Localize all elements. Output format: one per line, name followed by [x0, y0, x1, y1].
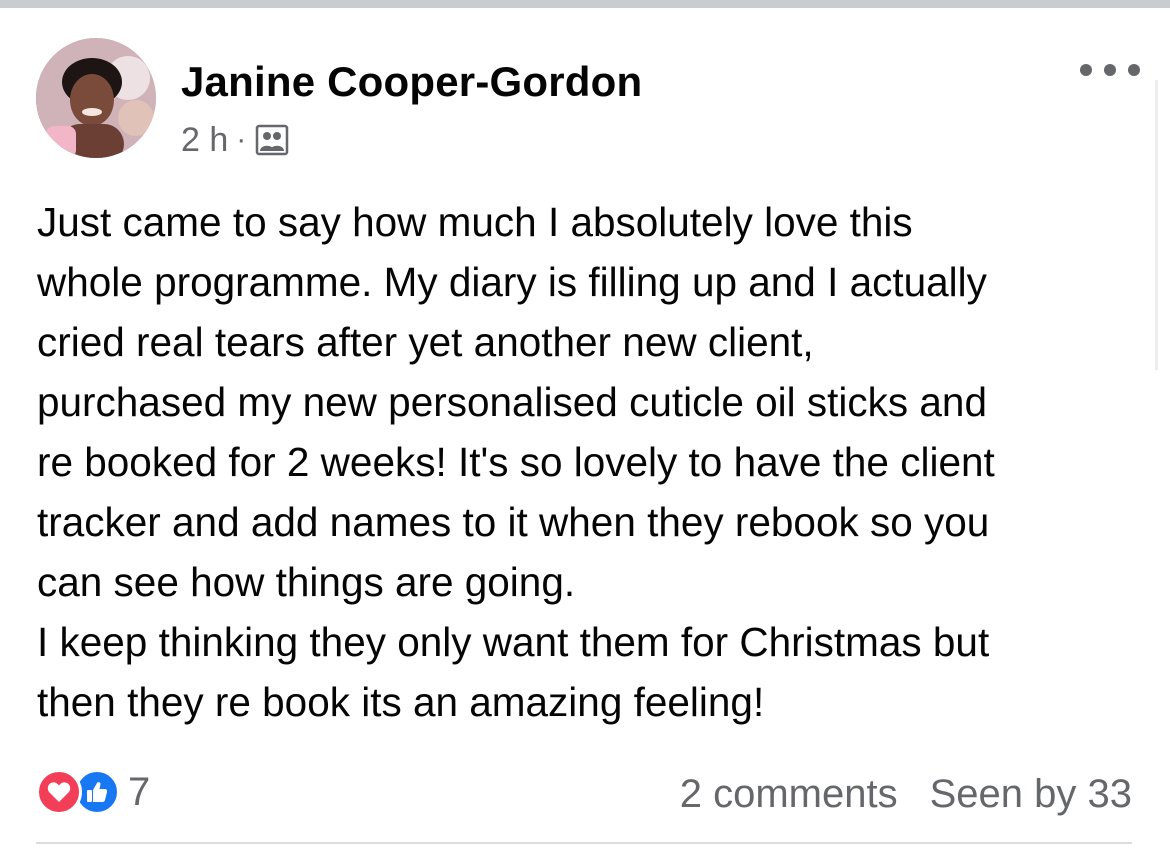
more-dot: [1104, 64, 1116, 76]
post-text-line: whole programme. My diary is filling up …: [37, 259, 987, 305]
reactions-summary[interactable]: 7: [36, 768, 150, 816]
post-text-line: cried real tears after yet another new c…: [37, 319, 814, 365]
love-icon: [36, 769, 82, 815]
post-stats: 2 comments Seen by 33: [680, 768, 1132, 820]
top-divider-strip: [0, 0, 1170, 8]
post-body-text: Just came to say how much I absolutely l…: [37, 192, 1162, 732]
more-dot: [1080, 64, 1092, 76]
post-text-line: tracker and add names to it when they re…: [37, 499, 990, 545]
post-text-line: then they re book its an amazing feeling…: [37, 679, 765, 725]
post-timestamp[interactable]: 2 h: [181, 121, 228, 160]
author-name[interactable]: Janine Cooper-Gordon: [181, 58, 642, 106]
post-meta: 2 h ·: [181, 120, 290, 160]
author-avatar[interactable]: [36, 38, 156, 158]
more-options-icon[interactable]: [1080, 55, 1140, 85]
more-dot: [1128, 64, 1140, 76]
comments-count-link[interactable]: 2 comments: [680, 772, 898, 817]
post-footer-divider: [36, 842, 1132, 844]
group-audience-icon: [254, 122, 290, 158]
avatar-photo: [36, 38, 156, 158]
seen-by-link[interactable]: Seen by 33: [930, 772, 1132, 817]
post-text-line: Just came to say how much I absolutely l…: [37, 199, 913, 245]
post-text-line: purchased my new personalised cuticle oi…: [37, 379, 987, 425]
post-text-line: I keep thinking they only want them for …: [37, 619, 990, 665]
post-text-line: can see how things are going.: [37, 559, 576, 605]
reaction-count: 7: [128, 769, 151, 814]
meta-separator: ·: [236, 123, 247, 156]
post-text-line: re booked for 2 weeks! It's so lovely to…: [37, 439, 995, 485]
